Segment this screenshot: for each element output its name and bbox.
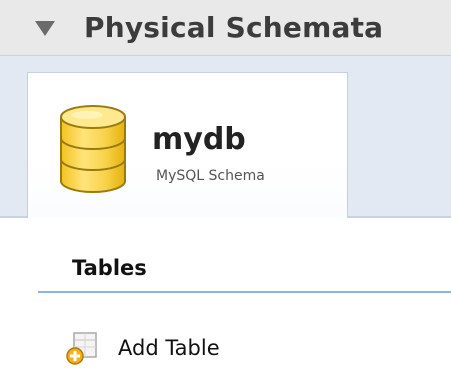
database-icon	[57, 103, 129, 195]
add-table-icon	[64, 330, 112, 366]
add-table-label: Add Table	[118, 336, 220, 360]
add-table-button[interactable]: Add Table	[64, 330, 220, 366]
tables-heading: Tables	[72, 256, 147, 280]
section-title: Physical Schemata	[84, 11, 384, 44]
triangle-down-icon[interactable]	[32, 15, 58, 41]
schema-tab-mydb[interactable]: mydb MySQL Schema	[27, 72, 348, 218]
schema-type-label: MySQL Schema	[156, 168, 265, 184]
tables-heading-underline	[38, 291, 451, 293]
section-header[interactable]: Physical Schemata	[0, 0, 451, 56]
physical-schemata-panel: Physical Schemata mydb MySQL Schema Tabl…	[0, 0, 451, 372]
schema-name: mydb	[152, 122, 246, 157]
